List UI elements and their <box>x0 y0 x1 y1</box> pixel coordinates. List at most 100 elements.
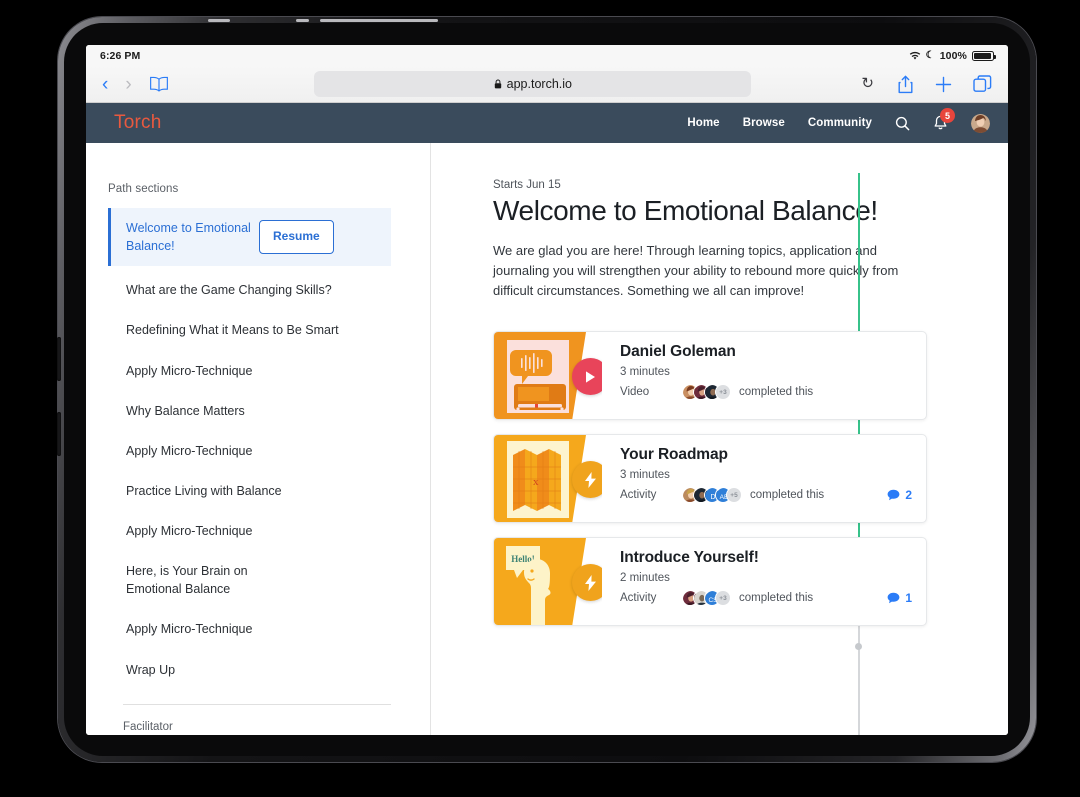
sidebar-item-label: Apply Micro-Technique <box>126 443 253 458</box>
lesson-card-introduce-yourself[interactable]: Hello! Introduce Yourself! 2 minutes Act… <box>493 537 927 627</box>
share-icon[interactable] <box>897 75 914 94</box>
card-body: Your Roadmap 3 minutes Activity D AE +5 … <box>602 435 926 522</box>
completed-avatars[interactable]: CS +3 <box>682 590 731 607</box>
antenna-line-2 <box>296 19 309 22</box>
back-chevron-left-icon[interactable]: ‹ <box>102 75 108 94</box>
comment-count[interactable]: 1 <box>887 591 912 605</box>
card-duration: 3 minutes <box>620 366 670 379</box>
card-title: Your Roadmap <box>620 446 728 464</box>
app-navbar: Torch Home Browse Community 5 <box>86 103 1008 143</box>
sidebar-item-4[interactable]: Why Balance Matters <box>108 391 391 431</box>
sidebar-item-label: Apply Micro-Technique <box>126 363 253 378</box>
plus-icon[interactable] <box>935 76 952 93</box>
sidebar-item-7[interactable]: Apply Micro-Technique <box>108 511 391 551</box>
sidebar-item-label: Apply Micro-Technique <box>126 622 253 637</box>
status-time: 6:26 PM <box>100 49 141 62</box>
reload-icon[interactable]: ↻ <box>861 74 874 92</box>
forward-chevron-right-icon: › <box>125 73 132 95</box>
comment-count-value: 1 <box>905 591 912 606</box>
url-text: app.torch.io <box>506 77 572 91</box>
nav-item-browse[interactable]: Browse <box>743 117 785 129</box>
sidebar-item-1[interactable]: What are the Game Changing Skills? <box>108 270 391 310</box>
card-type: Activity <box>620 592 657 605</box>
notification-count-badge: 5 <box>940 108 955 123</box>
ios-status-bar: 6:26 PM ☾ 100% <box>86 45 1008 66</box>
card-body: Daniel Goleman 3 minutes Video +3 comple… <box>602 332 926 419</box>
sidebar-item-label: Why Balance Matters <box>126 403 245 418</box>
lesson-card-your-roadmap[interactable]: x Your Roadmap 3 minutes Activity D AE +… <box>493 434 927 524</box>
sidebar-item-label: Practice Living with Balance <box>126 483 282 498</box>
tabs-icon[interactable] <box>973 75 992 93</box>
sidebar-item-label: What are the Game Changing Skills? <box>126 283 332 298</box>
nav-links: Home Browse Community 5 <box>687 108 990 133</box>
sidebar-item-6[interactable]: Practice Living with Balance <box>108 471 391 511</box>
screenshot-root: 6:26 PM ☾ 100% ‹ › app.torch.io ↻ Torch … <box>0 0 1080 797</box>
lesson-card-daniel-goleman[interactable]: Daniel Goleman 3 minutes Video +3 comple… <box>493 331 927 421</box>
folded-map-illustration: x <box>494 435 602 523</box>
sidebar-item-8[interactable]: Here, is Your Brain on Emotional Balance <box>108 551 293 609</box>
sidebar-item-3[interactable]: Apply Micro-Technique <box>108 351 391 391</box>
address-bar[interactable]: app.torch.io <box>314 71 752 97</box>
sidebar-item-5[interactable]: Apply Micro-Technique <box>108 431 391 471</box>
sidebar-heading: Path sections <box>108 183 179 195</box>
card-meta: Video +3 completed this <box>620 384 926 401</box>
resume-button[interactable]: Resume <box>259 220 334 254</box>
volume-down-button[interactable] <box>57 412 61 456</box>
book-icon[interactable] <box>149 76 169 92</box>
card-title: Daniel Goleman <box>620 343 736 361</box>
sidebar-item-welcome-to-emotional-balance[interactable]: Welcome to Emotional Balance! Resume <box>108 208 391 267</box>
sidebar-divider <box>123 703 391 705</box>
safari-actions <box>897 75 992 94</box>
main-header: Starts Jun 15 Welcome to Emotional Balan… <box>493 179 972 301</box>
notifications-bell[interactable]: 5 <box>933 108 955 131</box>
comment-icon <box>887 490 900 501</box>
volume-up-button[interactable] <box>57 337 61 381</box>
sidebar-item-label: Wrap Up <box>126 662 176 677</box>
card-type: Activity <box>620 489 657 502</box>
card-type: Video <box>620 386 650 399</box>
card-duration: 2 minutes <box>620 572 670 585</box>
card-meta: Activity D AE +5 completed this 2 <box>620 487 926 504</box>
comment-count[interactable]: 2 <box>887 488 912 502</box>
path-sections-sidebar: Path sections Welcome to Emotional Balan… <box>86 143 431 735</box>
avatar[interactable] <box>971 113 990 133</box>
nav-item-home[interactable]: Home <box>687 117 719 129</box>
ipad-screen: 6:26 PM ☾ 100% ‹ › app.torch.io ↻ Torch … <box>86 45 1008 735</box>
address-bar-wrap: app.torch.io ↻ <box>186 71 880 97</box>
completed-text: completed this <box>739 592 814 605</box>
person-saying-hello-illustration: Hello! <box>494 538 602 626</box>
timeline-dot-2 <box>855 643 862 650</box>
avatar-overflow-count: +3 <box>715 384 731 401</box>
nav-item-community[interactable]: Community <box>808 117 872 129</box>
radio-broadcast-illustration <box>494 332 602 420</box>
comment-icon <box>887 593 900 604</box>
lock-icon <box>494 79 501 89</box>
crescent-moon-icon: ☾ <box>925 49 935 61</box>
battery-full-icon <box>972 50 997 61</box>
antenna-line-3 <box>320 19 438 22</box>
completed-avatars[interactable]: +3 <box>682 384 731 401</box>
sidebar-item-2[interactable]: Redefining What it Means to Be Smart <box>108 310 391 350</box>
safari-toolbar: ‹ › app.torch.io ↻ <box>86 66 1008 103</box>
page-title: Welcome to Emotional Balance! <box>493 195 878 226</box>
completed-text: completed this <box>750 489 825 502</box>
sidebar-item-label: Apply Micro-Technique <box>126 524 253 538</box>
sidebar-item-label: Redefining What it Means to Be Smart <box>126 323 339 338</box>
main-content: UP NEXT Starts Jun 15 Welcome to Emotion… <box>431 143 1008 735</box>
search-icon[interactable] <box>895 116 910 131</box>
sidebar-item-10[interactable]: Wrap Up <box>108 650 391 690</box>
brand-logo-torch[interactable]: Torch <box>114 112 161 134</box>
lesson-card-list: Daniel Goleman 3 minutes Video +3 comple… <box>493 331 972 627</box>
card-title: Introduce Yourself! <box>620 549 759 567</box>
completed-text: completed this <box>739 386 814 399</box>
completed-avatars[interactable]: D AE +5 <box>682 487 742 504</box>
battery-percent: 100% <box>939 49 967 62</box>
svg-text:x: x <box>533 476 539 488</box>
card-body: Introduce Yourself! 2 minutes Activity C… <box>602 538 926 625</box>
avatar-overflow-count: +3 <box>715 590 731 607</box>
card-duration: 3 minutes <box>620 469 670 482</box>
card-meta: Activity CS +3 completed this 1 <box>620 590 926 607</box>
sidebar-item-9[interactable]: Apply Micro-Technique <box>108 609 391 649</box>
wifi-icon <box>909 51 920 59</box>
comment-count-value: 2 <box>905 488 912 503</box>
